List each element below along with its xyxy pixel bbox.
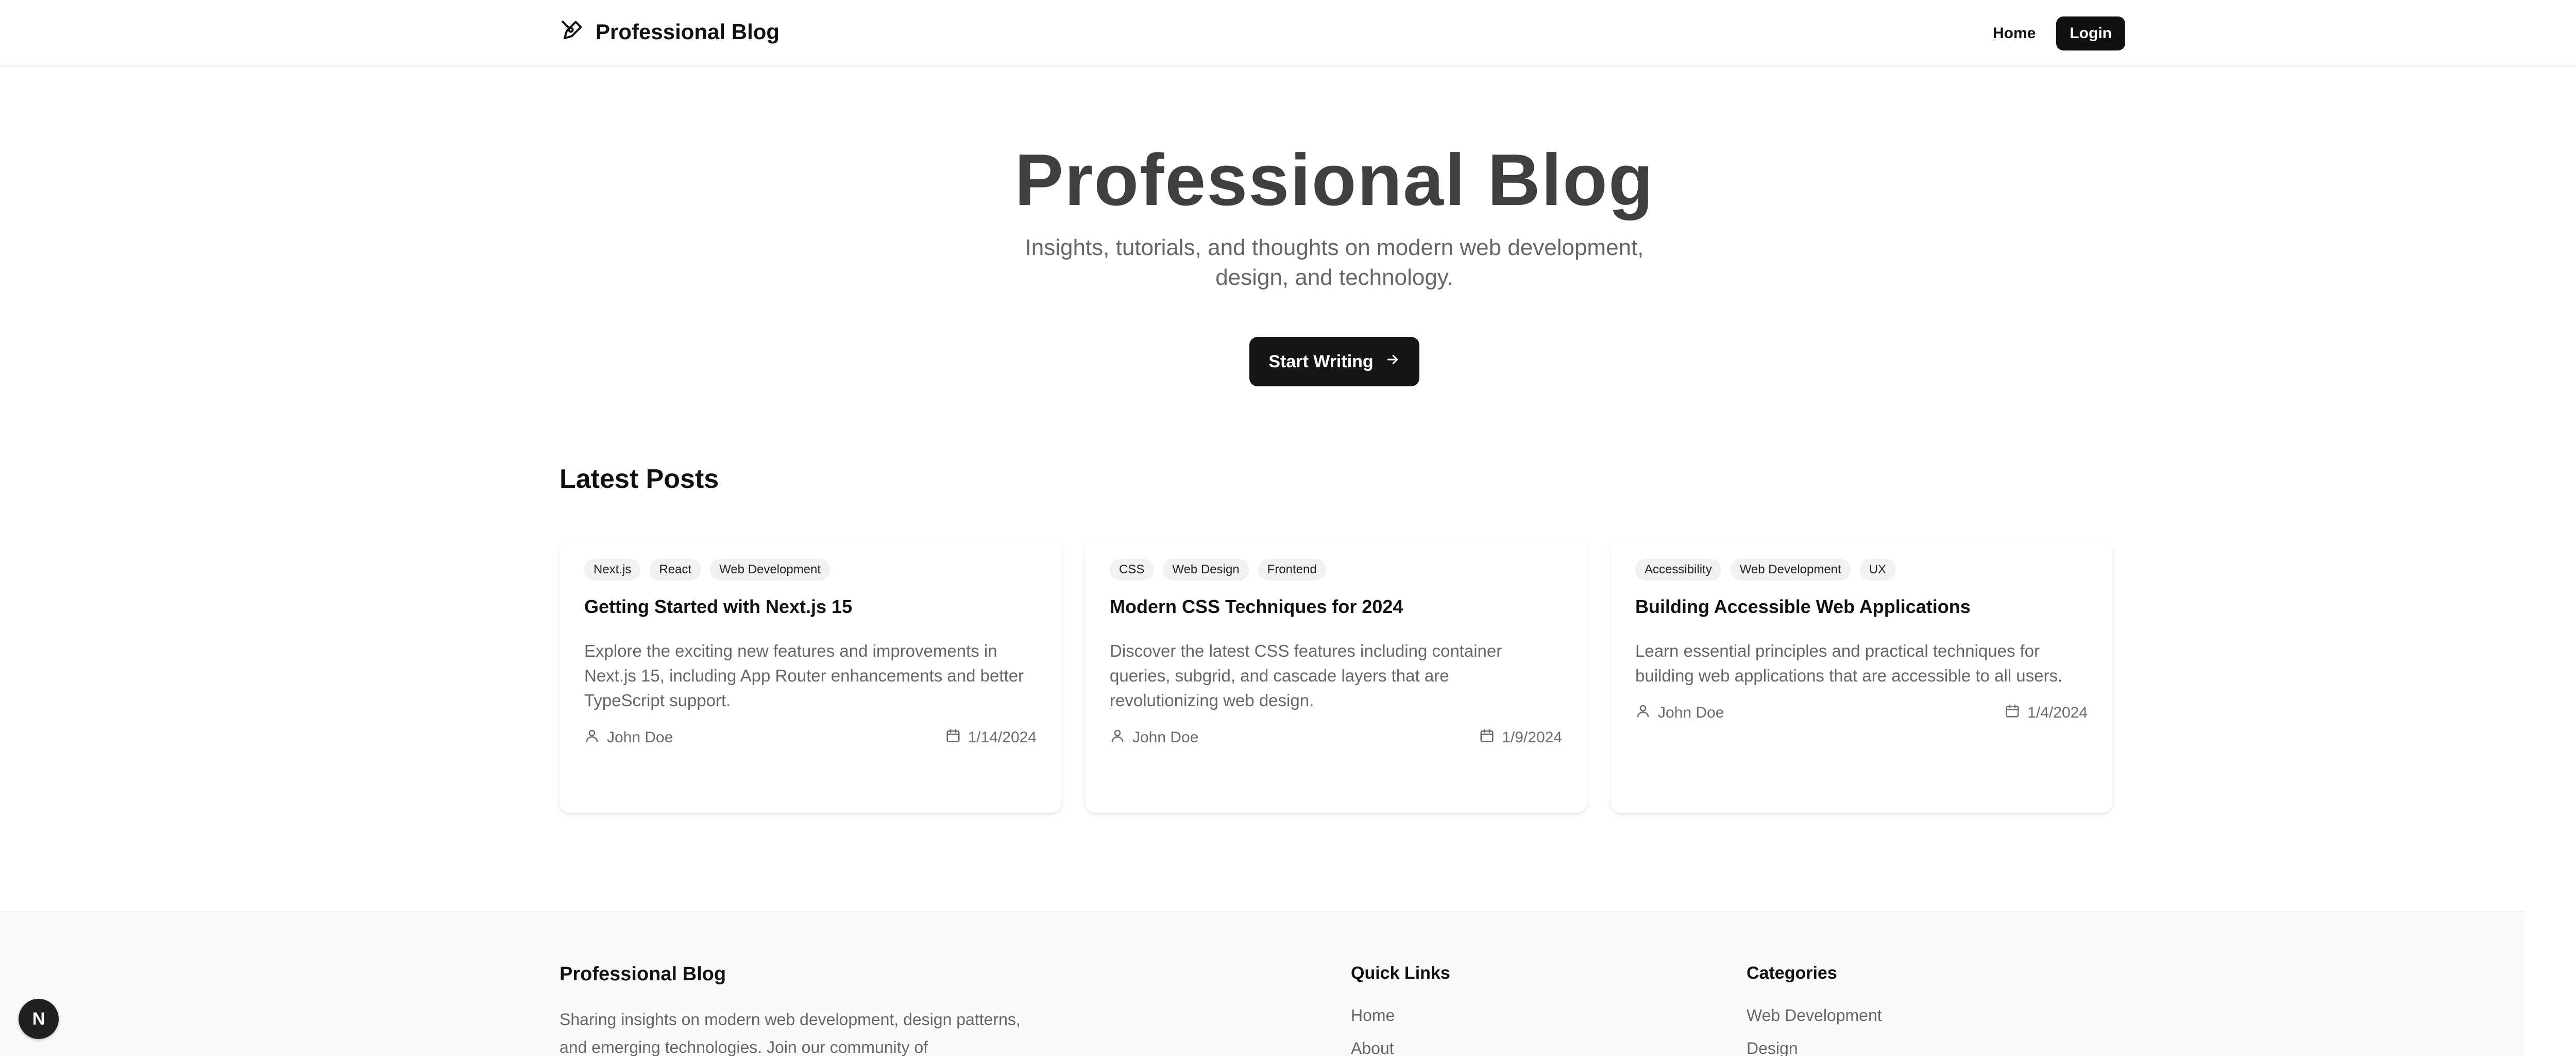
calendar-icon: [1479, 728, 1495, 747]
post-meta: John Doe 1/14/2024: [584, 725, 1037, 750]
post-card[interactable]: Next.js React Web Development Getting St…: [560, 541, 1061, 813]
post-date: 1/4/2024: [2005, 703, 2088, 723]
quick-links-list: Home About: [1351, 999, 1450, 1056]
footer-categories: Categories Web Development Design: [1747, 963, 1882, 1056]
user-icon: [584, 728, 600, 747]
tag-badge[interactable]: Frontend: [1258, 559, 1326, 581]
dev-tools-badge[interactable]: N: [19, 999, 59, 1039]
login-button[interactable]: Login: [2056, 16, 2125, 50]
post-card[interactable]: Accessibility Web Development UX Buildin…: [1611, 541, 2112, 813]
nav-home-link[interactable]: Home: [1989, 25, 2040, 42]
pen-nib-icon: [560, 19, 584, 46]
tag-badge[interactable]: Accessibility: [1635, 559, 1721, 581]
post-excerpt: Explore the exciting new features and im…: [584, 641, 1024, 710]
post-author: John Doe: [584, 728, 673, 747]
tag-badge[interactable]: Web Design: [1163, 559, 1249, 581]
footer-link-home[interactable]: Home: [1351, 999, 1450, 1032]
hero-title: Professional Blog: [1014, 139, 1654, 221]
footer-link-about[interactable]: About: [1351, 1032, 1450, 1056]
brand-link[interactable]: Professional Blog: [560, 18, 779, 46]
post-author: John Doe: [1635, 703, 1724, 723]
tag-badge[interactable]: CSS: [1110, 559, 1154, 581]
date-text: 1/14/2024: [968, 729, 1037, 746]
author-name: John Doe: [1132, 729, 1199, 746]
tag-badge[interactable]: React: [650, 559, 701, 581]
date-text: 1/9/2024: [1502, 729, 1562, 746]
footer-link-design[interactable]: Design: [1747, 1032, 1882, 1056]
post-author: John Doe: [1110, 728, 1198, 747]
user-icon: [1635, 703, 1651, 723]
start-writing-button[interactable]: Start Writing: [1249, 337, 1419, 386]
footer-quick-links: Quick Links Home About: [1351, 963, 1450, 1056]
date-text: 1/4/2024: [2027, 704, 2088, 721]
post-date: 1/9/2024: [1479, 728, 1562, 747]
post-card[interactable]: CSS Web Design Frontend Modern CSS Techn…: [1085, 541, 1587, 813]
post-list: Next.js React Web Development Getting St…: [560, 541, 2112, 813]
tag-badge[interactable]: Web Development: [1730, 559, 1851, 581]
footer-brand: Professional Blog: [560, 963, 726, 985]
author-name: John Doe: [1658, 704, 1724, 721]
hero-section: Professional Blog Insights, tutorials, a…: [0, 139, 2576, 386]
tag-badge[interactable]: Web Development: [710, 559, 831, 581]
post-meta: John Doe 1/4/2024: [1635, 701, 2088, 725]
post-tags: CSS Web Design Frontend: [1110, 559, 1562, 581]
calendar-icon: [2005, 703, 2020, 723]
post-tags: Next.js React Web Development: [584, 559, 1037, 581]
hero-subtitle: Insights, tutorials, and thoughts on mod…: [1025, 235, 1644, 290]
tag-badge[interactable]: Next.js: [584, 559, 641, 581]
start-writing-label: Start Writing: [1268, 351, 1374, 371]
latest-posts-heading: Latest Posts: [560, 464, 719, 494]
author-name: John Doe: [607, 729, 673, 746]
post-tags: Accessibility Web Development UX: [1635, 559, 2088, 581]
footer-about-text: Sharing insights on modern web developme…: [560, 1010, 1021, 1056]
site-footer: Professional Blog Sharing insights on mo…: [0, 911, 2524, 1056]
site-header: Professional Blog Home Login: [0, 0, 2576, 67]
post-excerpt: Learn essential principles and practical…: [1635, 641, 2063, 685]
post-excerpt: Discover the latest CSS features includi…: [1110, 641, 1502, 710]
categories-list: Web Development Design: [1747, 999, 1882, 1056]
calendar-icon: [945, 728, 961, 747]
quick-links-heading: Quick Links: [1351, 963, 1450, 983]
post-date: 1/14/2024: [945, 728, 1037, 747]
post-title[interactable]: Building Accessible Web Applications: [1635, 594, 2088, 619]
categories-heading: Categories: [1747, 963, 1837, 983]
top-nav: Home Login: [1989, 16, 2125, 50]
post-meta: John Doe 1/9/2024: [1110, 725, 1562, 750]
user-icon: [1110, 728, 1125, 747]
footer-link-web-development[interactable]: Web Development: [1747, 999, 1882, 1032]
post-title[interactable]: Getting Started with Next.js 15: [584, 594, 1037, 619]
tag-badge[interactable]: UX: [1859, 559, 1896, 581]
arrow-right-icon: [1385, 352, 1400, 372]
post-title[interactable]: Modern CSS Techniques for 2024: [1110, 594, 1562, 619]
brand-name: Professional Blog: [596, 20, 780, 44]
